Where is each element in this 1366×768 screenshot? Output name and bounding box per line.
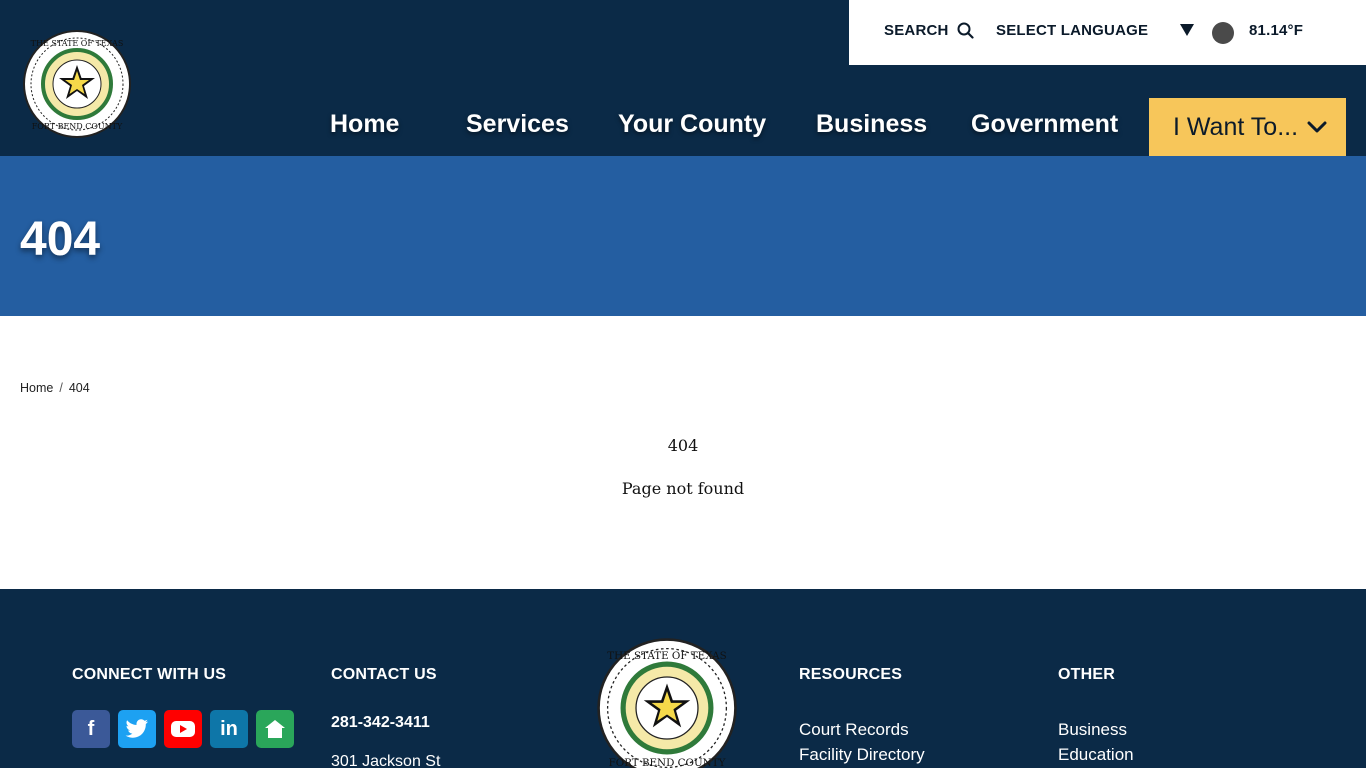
nav-your-county[interactable]: Your County [618, 110, 766, 139]
footer-resources-link[interactable]: Facility Directory [799, 745, 925, 765]
nav-government[interactable]: Government [971, 110, 1118, 139]
footer-other-heading: OTHER [1058, 666, 1115, 683]
main-nav: Home Services Your County Business Gover… [0, 98, 1366, 156]
twitter-icon[interactable] [118, 710, 156, 748]
nav-i-want-to-label: I Want To... [1173, 112, 1299, 141]
footer-contact-heading: CONTACT US [331, 666, 437, 683]
footer-phone-link[interactable]: 281-342-3411 [331, 714, 430, 732]
search-button[interactable]: SEARCH [884, 22, 974, 39]
utility-bar: SEARCH SELECT LANGUAGE 81.14°F [849, 0, 1366, 65]
caret-down-icon[interactable] [1180, 24, 1194, 36]
social-links: f in [72, 710, 294, 748]
page-title: 404 [20, 213, 101, 266]
temperature-readout: 81.14°F [1249, 22, 1304, 39]
nav-home[interactable]: Home [330, 110, 399, 139]
breadcrumb: Home / 404 [20, 381, 90, 395]
footer-resources-heading: RESOURCES [799, 666, 903, 683]
error-code: 404 [667, 436, 699, 455]
svg-text:THE STATE OF TEXAS: THE STATE OF TEXAS [607, 650, 726, 662]
select-language-dropdown[interactable]: SELECT LANGUAGE [996, 22, 1148, 39]
county-seal-icon: THE STATE OF TEXAS FORT BEND COUNTY [597, 638, 737, 768]
svg-text:FORT BEND COUNTY: FORT BEND COUNTY [609, 757, 726, 768]
linkedin-icon[interactable]: in [210, 710, 248, 748]
search-label: SEARCH [884, 22, 949, 39]
breadcrumb-current: 404 [68, 381, 90, 395]
site-footer: CONNECT WITH US CONTACT US RESOURCES OTH… [0, 589, 1366, 768]
footer-connect-heading: CONNECT WITH US [72, 666, 227, 683]
footer-other-link[interactable]: Education [1058, 745, 1134, 765]
nav-i-want-to-button[interactable]: I Want To... [1149, 98, 1346, 156]
breadcrumb-separator: / [59, 381, 63, 395]
page-hero: 404 [0, 156, 1366, 316]
weather-icon [1212, 22, 1234, 44]
footer-resources-link[interactable]: Court Records [799, 720, 909, 740]
svg-text:THE STATE OF TEXAS: THE STATE OF TEXAS [31, 39, 124, 48]
error-message: Page not found [621, 479, 745, 498]
youtube-icon[interactable] [164, 710, 202, 748]
nav-services[interactable]: Services [466, 110, 569, 139]
footer-address: 301 Jackson St [331, 753, 441, 768]
breadcrumb-home-link[interactable]: Home [20, 381, 53, 395]
nav-business[interactable]: Business [816, 110, 927, 139]
chevron-down-icon [1307, 121, 1327, 133]
facebook-icon[interactable]: f [72, 710, 110, 748]
site-header: THE STATE OF TEXAS FORT BEND COUNTY SEAR… [0, 0, 1366, 156]
footer-other-link[interactable]: Business [1058, 720, 1127, 740]
search-icon [957, 22, 974, 39]
nextdoor-icon[interactable] [256, 710, 294, 748]
